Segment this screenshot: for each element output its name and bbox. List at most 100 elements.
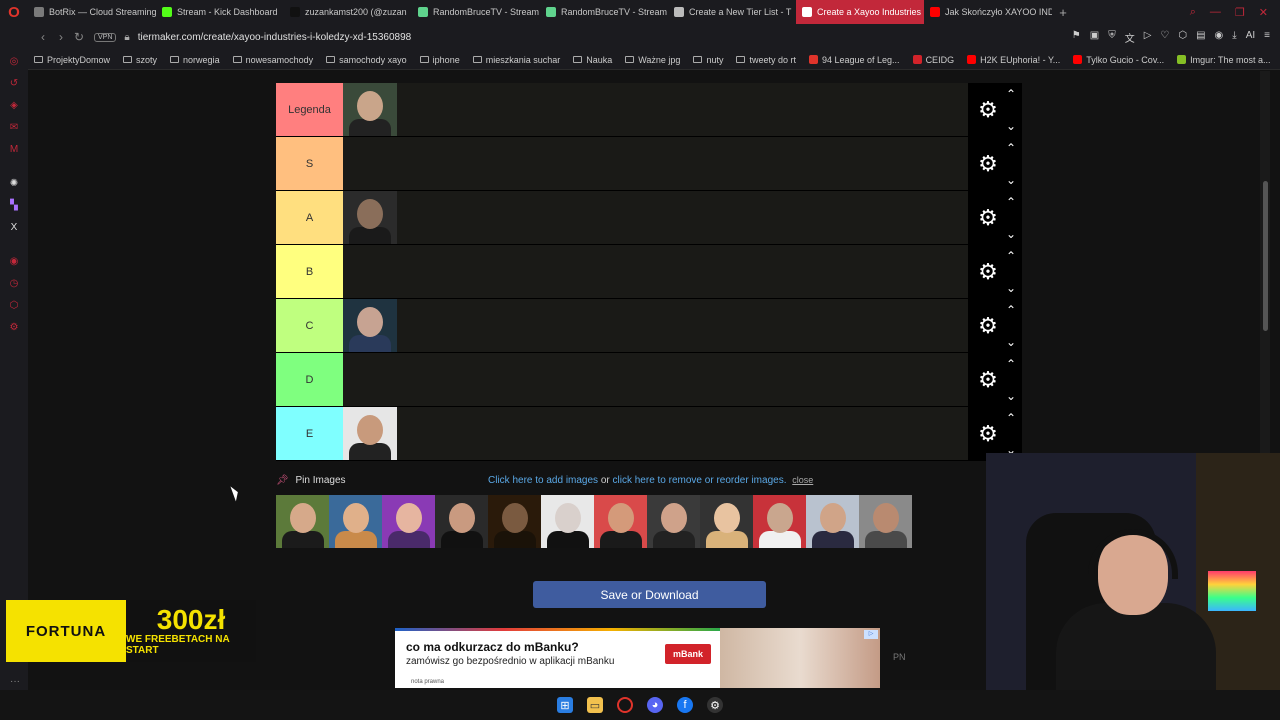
tier-image[interactable] [488, 495, 541, 548]
bookmark-item[interactable]: CEIDG [912, 55, 954, 65]
browser-tab[interactable]: Create a Xayoo Industries [796, 0, 924, 24]
bookmark-item[interactable]: ProjektyDomow [34, 55, 110, 65]
tier-settings-gear-icon[interactable]: ⚙ [978, 151, 998, 177]
browser-tab[interactable]: zuzankamst200 (@zuzan [284, 0, 412, 24]
save-download-button[interactable]: Save or Download [533, 581, 766, 608]
tier-image[interactable] [382, 495, 435, 548]
bookmark-item[interactable]: Ważne jpg [625, 55, 680, 65]
move-tier-up-icon[interactable]: ⌃ [1006, 195, 1016, 209]
facebook-icon[interactable]: f [677, 697, 693, 713]
pin-icon[interactable]: 📌︎ [276, 475, 289, 486]
tier-image[interactable] [343, 407, 397, 460]
tier-image[interactable] [647, 495, 700, 548]
back-icon[interactable]: ‹ [34, 30, 52, 44]
tier-image[interactable] [541, 495, 594, 548]
bookmark-item[interactable]: mieszkania suchar [472, 55, 560, 65]
close-window-icon[interactable]: ✕ [1259, 6, 1268, 19]
sidebar-x-icon[interactable]: X [8, 222, 20, 234]
bookmark-item[interactable]: nuty [693, 55, 723, 65]
bookmark-item[interactable]: szoty [123, 55, 157, 65]
browser-tab[interactable]: RandomBruceTV - Stream [540, 0, 668, 24]
bookmark-item[interactable]: Imgur: The most a... [1177, 55, 1271, 65]
tier-image[interactable] [329, 495, 382, 548]
tier-image[interactable] [343, 191, 397, 244]
shield-icon[interactable]: ⛨ [1108, 30, 1116, 45]
sidebar-twitch-icon[interactable]: ▚ [8, 200, 20, 212]
tier-settings-gear-icon[interactable]: ⚙ [978, 421, 998, 447]
scrollbar-thumb[interactable] [1263, 181, 1268, 331]
move-tier-up-icon[interactable]: ⌃ [1006, 249, 1016, 263]
wallet-icon[interactable]: ▤ [1196, 30, 1205, 45]
heart-icon[interactable]: ♡ [1160, 30, 1169, 45]
lock-icon[interactable]: 🔒︎ [124, 32, 129, 43]
tier-settings-gear-icon[interactable]: ⚙ [978, 259, 998, 285]
download-icon[interactable]: ⤓ [1232, 30, 1236, 45]
browser-tab[interactable]: RandomBruceTV - Stream [412, 0, 540, 24]
sidebar-settings-icon[interactable]: ⚙ [8, 322, 20, 334]
mbank-ad-banner[interactable]: co ma odkurzacz do mBanku? zamówisz go b… [395, 628, 880, 688]
maximize-icon[interactable]: ❐ [1235, 6, 1245, 19]
vpn-badge[interactable]: VPN [94, 32, 117, 42]
tier-drop-zone[interactable] [343, 353, 968, 406]
tier-image[interactable] [594, 495, 647, 548]
bookmark-icon[interactable]: ⚑ [1072, 30, 1081, 45]
tier-image[interactable] [859, 495, 912, 548]
minimize-icon[interactable]: — [1210, 6, 1221, 19]
move-tier-up-icon[interactable]: ⌃ [1006, 141, 1016, 155]
snapshot-icon[interactable]: ▣ [1090, 30, 1099, 45]
tier-settings-gear-icon[interactable]: ⚙ [978, 97, 998, 123]
sidebar-extensions-icon[interactable]: ⬡ [8, 300, 20, 312]
tier-label[interactable]: D [276, 353, 343, 406]
file-explorer-icon[interactable]: ▭ [587, 697, 603, 713]
sidebar-clock-icon[interactable]: ◷ [8, 278, 20, 290]
browser-tab[interactable]: BotRix — Cloud Streaming [28, 0, 156, 24]
tier-settings-gear-icon[interactable]: ⚙ [978, 313, 998, 339]
browser-tab[interactable]: Stream - Kick Dashboard [156, 0, 284, 24]
tier-label[interactable]: C [276, 299, 343, 352]
more-icon[interactable]: ··· [10, 676, 20, 687]
reload-icon[interactable]: ↻ [70, 30, 88, 44]
move-tier-down-icon[interactable]: ⌄ [1006, 173, 1016, 187]
tier-label[interactable]: A [276, 191, 343, 244]
move-tier-up-icon[interactable]: ⌃ [1006, 303, 1016, 317]
bookmark-item[interactable]: samochody xayo [326, 55, 407, 65]
tier-image[interactable] [343, 83, 397, 136]
bookmark-item[interactable]: iphone [419, 55, 460, 65]
tier-image[interactable] [700, 495, 753, 548]
ai-button[interactable]: AI [1246, 30, 1255, 45]
move-tier-down-icon[interactable]: ⌄ [1006, 335, 1016, 349]
extensions-icon[interactable]: ⬡ [1178, 30, 1187, 45]
tier-label[interactable]: E [276, 407, 343, 460]
tier-drop-zone[interactable] [343, 137, 968, 190]
move-tier-up-icon[interactable]: ⌃ [1006, 411, 1016, 425]
tier-drop-zone[interactable] [343, 83, 968, 136]
search-tabs-icon[interactable]: ⌕ [1190, 6, 1196, 19]
move-tier-up-icon[interactable]: ⌃ [1006, 87, 1016, 101]
settings-app-icon[interactable]: ⚙ [707, 697, 723, 713]
menu-icon[interactable]: ≡ [1264, 30, 1270, 45]
tier-image[interactable] [435, 495, 488, 548]
add-images-link[interactable]: Click here to add images [488, 475, 598, 486]
sidebar-messenger-icon[interactable]: ◎ [8, 56, 20, 68]
browser-tab[interactable]: Create a New Tier List - T [668, 0, 796, 24]
sidebar-chatgpt-icon[interactable]: ✺ [8, 178, 20, 190]
tier-image[interactable] [343, 299, 397, 352]
bookmark-item[interactable]: 94 League of Leg... [808, 55, 900, 65]
tier-label[interactable]: B [276, 245, 343, 298]
browser-tab[interactable]: Jak Skończyło XAYOO IND [924, 0, 1052, 24]
tier-label[interactable]: Legenda [276, 83, 343, 136]
url-field[interactable]: tiermaker.com/create/xayoo-industries-i-… [138, 32, 411, 43]
account-icon[interactable]: ◉ [1215, 30, 1224, 45]
bookmark-item[interactable]: Tylko Gucio - Cov... [1073, 55, 1164, 65]
new-tab-icon[interactable]: + [1052, 5, 1074, 20]
fortuna-ad[interactable]: FORTUNA 300zł WE FREEBETACH NA START [6, 600, 256, 662]
opera-logo-icon[interactable]: O [0, 0, 28, 24]
move-tier-down-icon[interactable]: ⌄ [1006, 389, 1016, 403]
tier-drop-zone[interactable] [343, 191, 968, 244]
bookmark-item[interactable]: norwegia [170, 55, 220, 65]
ad-legal-note[interactable]: nota prawna [411, 679, 444, 685]
tier-label[interactable]: S [276, 137, 343, 190]
tier-drop-zone[interactable] [343, 407, 968, 460]
translate-icon[interactable]: 文 [1125, 30, 1135, 45]
tier-settings-gear-icon[interactable]: ⚙ [978, 205, 998, 231]
